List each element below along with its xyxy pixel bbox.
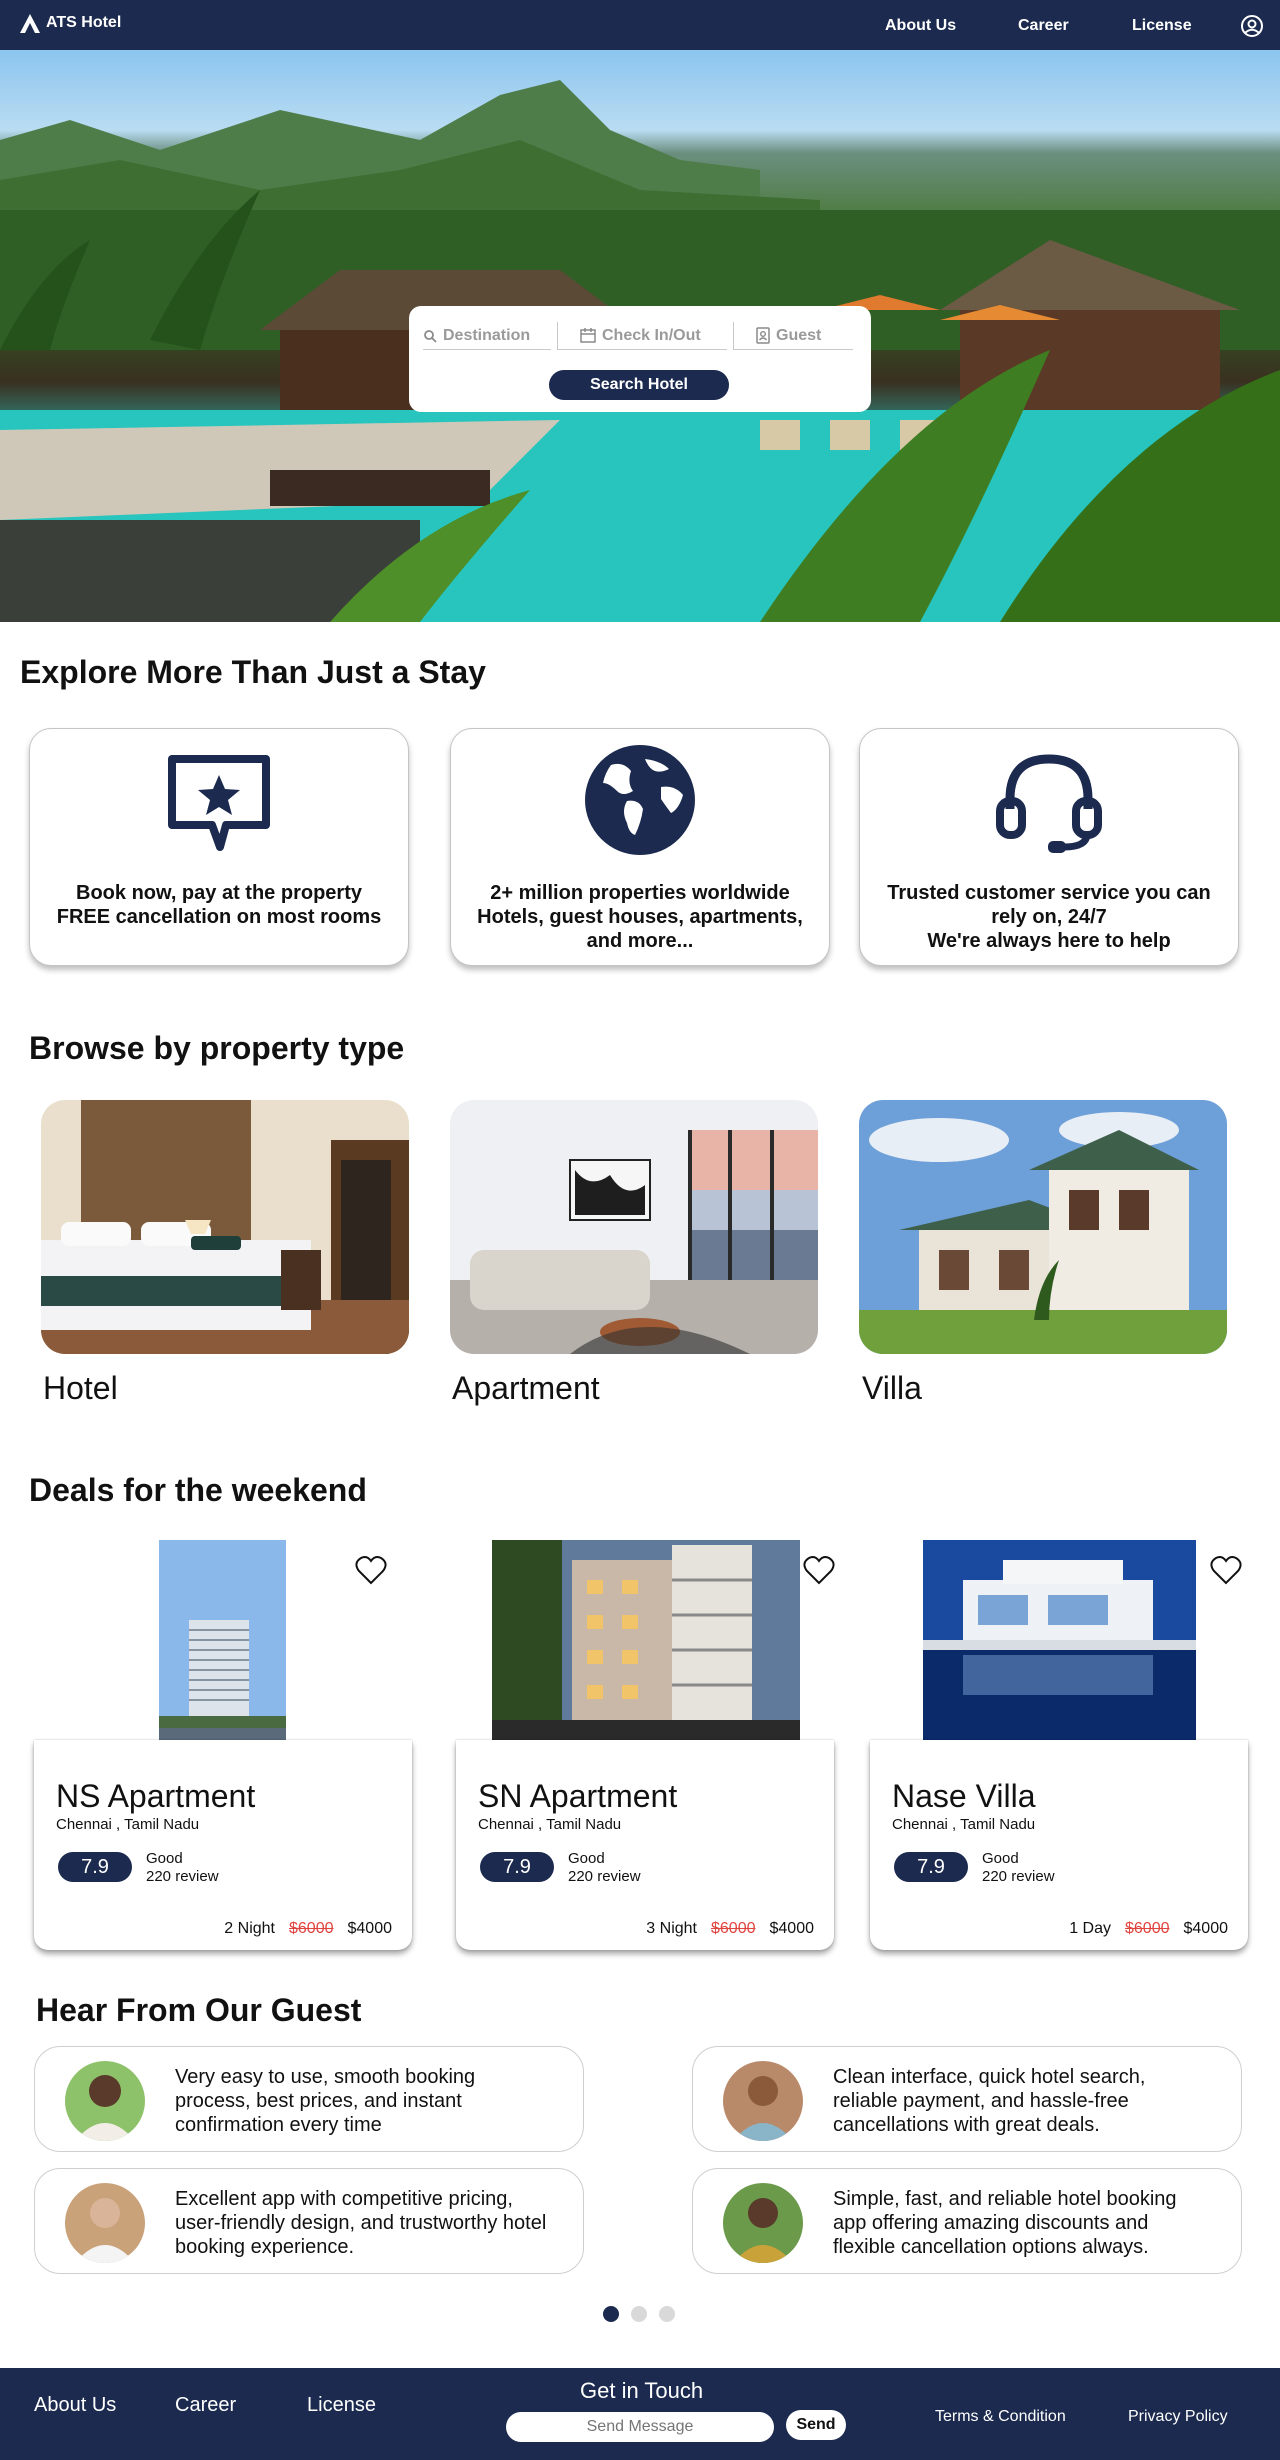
ats-logo-icon xyxy=(20,14,40,33)
message-input[interactable] xyxy=(506,2412,774,2442)
hotel-type-image[interactable] xyxy=(41,1100,409,1354)
top-navbar: ATS Hotel About Us Career License xyxy=(0,0,1280,50)
brand-name: ATS Hotel xyxy=(46,14,122,31)
footer-about-us-link[interactable]: About Us xyxy=(34,2394,116,2417)
star-chat-icon xyxy=(168,755,270,851)
terms-link[interactable]: Terms & Condition xyxy=(935,2408,1066,2426)
carousel-dot[interactable] xyxy=(603,2306,619,2322)
feature-text-properties: 2+ million properties worldwide Hotels, … xyxy=(477,882,803,952)
feature-text-booking: Book now, pay at the property FREE cance… xyxy=(56,882,382,928)
feature-card-support: Trusted customer service you can rely on… xyxy=(859,728,1239,966)
nav-about-us[interactable]: About Us xyxy=(885,17,956,35)
villa-type-label[interactable]: Villa xyxy=(862,1370,922,1407)
feature-card-booking: Book now, pay at the property FREE cance… xyxy=(29,728,409,966)
footer-license-link[interactable]: License xyxy=(307,2394,376,2417)
rating-label: Good xyxy=(982,1850,1019,1867)
testimonial-text: Clean interface, quick hotel search, rel… xyxy=(833,2066,1146,2136)
villa-type-image[interactable] xyxy=(859,1100,1227,1354)
headset-icon xyxy=(996,754,1102,853)
testimonial-card: Simple, fast, and reliable hotel booking… xyxy=(692,2168,1242,2274)
carousel-dot[interactable] xyxy=(659,2306,675,2322)
guest-avatar xyxy=(65,2061,145,2141)
nav-license[interactable]: License xyxy=(1132,17,1192,35)
carousel-dot[interactable] xyxy=(631,2306,647,2322)
globe-icon xyxy=(585,745,695,855)
browse-section-title: Browse by property type xyxy=(29,1030,405,1066)
checkin-placeholder: Check In/Out xyxy=(602,326,701,344)
stay-duration: 3 Night xyxy=(646,1920,697,1937)
testimonial-card: Clean interface, quick hotel search, rel… xyxy=(692,2046,1242,2152)
guest-field[interactable]: Guest xyxy=(733,322,853,350)
footer-career-link[interactable]: Career xyxy=(175,2394,236,2417)
privacy-link[interactable]: Privacy Policy xyxy=(1128,2408,1228,2426)
favorite-heart-icon[interactable] xyxy=(803,1555,835,1585)
apartment-type-label[interactable]: Apartment xyxy=(452,1370,600,1407)
send-button[interactable]: Send xyxy=(786,2410,846,2440)
search-panel: Destination Check In/Out Guest Search Ho… xyxy=(409,306,871,412)
nav-career[interactable]: Career xyxy=(1018,17,1069,35)
original-price: $6000 xyxy=(711,1920,756,1937)
testimonial-card: Very easy to use, smooth booking process… xyxy=(34,2046,584,2152)
feature-text-support: Trusted customer service you can rely on… xyxy=(887,882,1211,952)
guest-placeholder: Guest xyxy=(776,326,822,344)
guest-avatar xyxy=(65,2183,145,2263)
user-profile-icon[interactable] xyxy=(1240,14,1264,38)
review-count: 220 review xyxy=(982,1868,1055,1885)
nase-villa-image[interactable] xyxy=(923,1540,1196,1744)
favorite-heart-icon[interactable] xyxy=(1210,1555,1242,1585)
deal-price: $4000 xyxy=(347,1920,393,1937)
footer: About Us Career License Get in Touch Sen… xyxy=(0,2368,1280,2460)
testimonial-text: Simple, fast, and reliable hotel booking… xyxy=(833,2188,1177,2258)
deal-name: NS Apartment xyxy=(56,1778,256,1814)
rating-score-badge: 7.9 xyxy=(894,1852,968,1882)
destination-placeholder: Destination xyxy=(443,326,531,344)
rating-score-badge: 7.9 xyxy=(480,1852,554,1882)
guest-avatar xyxy=(723,2061,803,2141)
apartment-type-image[interactable] xyxy=(450,1100,818,1354)
calendar-icon xyxy=(580,328,596,343)
feature-card-properties: 2+ million properties worldwide Hotels, … xyxy=(450,728,830,966)
brand-logo[interactable]: ATS Hotel xyxy=(18,12,121,34)
search-icon xyxy=(424,329,437,343)
guest-avatar xyxy=(723,2183,803,2263)
deal-name: Nase Villa xyxy=(892,1778,1036,1814)
review-count: 220 review xyxy=(568,1868,641,1885)
testimonials-section-title: Hear From Our Guest xyxy=(36,1992,362,2028)
deal-price: $4000 xyxy=(1183,1920,1229,1937)
deal-location: Chennai , Tamil Nadu xyxy=(478,1816,622,1833)
destination-field[interactable]: Destination xyxy=(423,322,551,350)
testimonial-text: Very easy to use, smooth booking process… xyxy=(175,2066,476,2136)
hero-banner: Destination Check In/Out Guest Search Ho… xyxy=(0,50,1280,622)
checkin-checkout-field[interactable]: Check In/Out xyxy=(557,322,727,350)
testimonial-card: Excellent app with competitive pricing, … xyxy=(34,2168,584,2274)
hotel-type-label[interactable]: Hotel xyxy=(43,1370,118,1407)
rating-label: Good xyxy=(146,1850,183,1867)
deal-price: $4000 xyxy=(769,1920,815,1937)
deal-card[interactable]: SN Apartment Chennai , Tamil Nadu 7.9 Go… xyxy=(456,1740,834,1950)
original-price: $6000 xyxy=(289,1920,334,1937)
deal-name: SN Apartment xyxy=(478,1778,678,1814)
get-in-touch-title: Get in Touch xyxy=(580,2378,704,2403)
review-count: 220 review xyxy=(146,1868,219,1885)
search-hotel-button[interactable]: Search Hotel xyxy=(549,370,729,400)
stay-duration: 1 Day xyxy=(1069,1920,1111,1937)
deal-card[interactable]: NS Apartment Chennai , Tamil Nadu 7.9 Go… xyxy=(34,1740,412,1950)
guest-badge-icon xyxy=(756,327,770,344)
deals-section-title: Deals for the weekend xyxy=(29,1472,367,1508)
deal-location: Chennai , Tamil Nadu xyxy=(892,1816,1036,1833)
favorite-heart-icon[interactable] xyxy=(355,1555,387,1585)
testimonial-text: Excellent app with competitive pricing, … xyxy=(175,2188,547,2258)
explore-section-title: Explore More Than Just a Stay xyxy=(20,654,486,690)
ns-apartment-image[interactable] xyxy=(159,1540,286,1744)
deal-card[interactable]: Nase Villa Chennai , Tamil Nadu 7.9 Good… xyxy=(870,1740,1248,1950)
sn-apartment-image[interactable] xyxy=(492,1540,800,1744)
deal-location: Chennai , Tamil Nadu xyxy=(56,1816,200,1833)
stay-duration: 2 Night xyxy=(224,1920,275,1937)
original-price: $6000 xyxy=(1125,1920,1170,1937)
rating-label: Good xyxy=(568,1850,605,1867)
rating-score-badge: 7.9 xyxy=(58,1852,132,1882)
